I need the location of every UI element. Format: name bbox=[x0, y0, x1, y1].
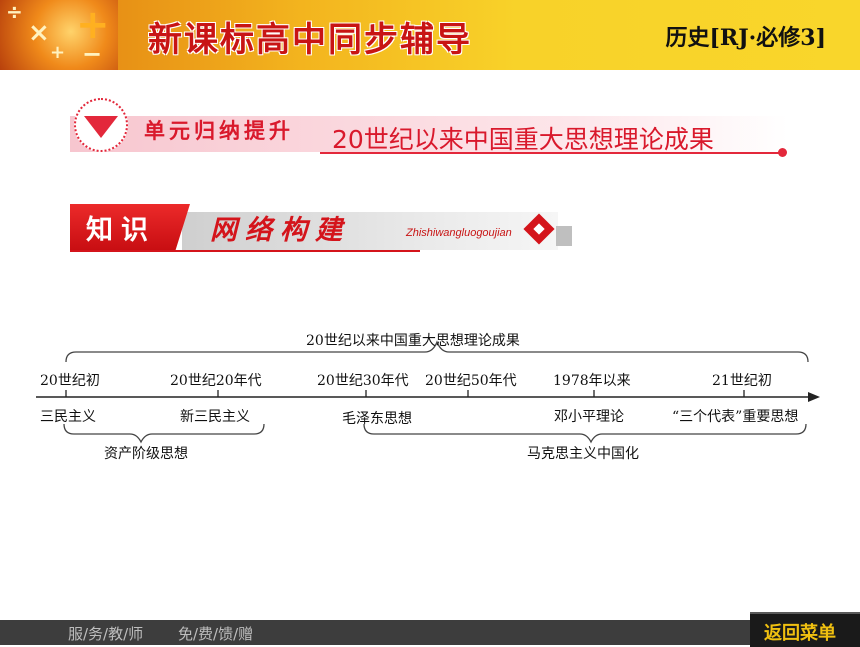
knowledge-pinyin: Zhishiwangluogoujian bbox=[406, 227, 512, 239]
knowledge-underline bbox=[70, 250, 420, 252]
minus-symbol-icon: − bbox=[82, 40, 103, 68]
marxism-brace bbox=[363, 423, 807, 444]
footer-free-text: 免/费/馈/赠 bbox=[178, 625, 254, 643]
period-time: 20世纪初 bbox=[40, 373, 100, 389]
period-idea: 三民主义 bbox=[40, 409, 96, 425]
period-time: 21世纪初 bbox=[712, 373, 772, 389]
unit-topic: 20世纪以来中国重大思想理论成果 bbox=[332, 125, 714, 154]
period-time: 20世纪50年代 bbox=[425, 373, 517, 389]
unit-label: 单元归纳提升 bbox=[144, 118, 294, 143]
period-time: 20世纪30年代 bbox=[317, 373, 409, 389]
back-to-menu-button[interactable]: 返回菜单 bbox=[750, 612, 860, 647]
unit-line-dot bbox=[778, 148, 787, 157]
footer-bar: 服/务/教/师 免/费/馈/赠 bbox=[0, 620, 860, 645]
timeline-diagram: 20世纪以来中国重大思想理论成果 20世纪初 20世纪20年代 20世纪30年代… bbox=[0, 320, 860, 470]
period-idea: 邓小平理论 bbox=[554, 409, 624, 425]
math-symbols-decoration: × + ÷ − + bbox=[0, 0, 118, 70]
back-to-menu-label: 返回菜单 bbox=[764, 623, 836, 644]
red-triangle-icon bbox=[84, 116, 118, 138]
timeline-arrow-icon bbox=[808, 392, 820, 402]
group-marxism-label: 马克思主义中国化 bbox=[527, 446, 639, 462]
grey-block-decoration bbox=[556, 226, 572, 246]
footer-service-text: 服/务/教/师 bbox=[68, 625, 144, 643]
header-title: 新课标高中同步辅导 bbox=[148, 20, 472, 60]
small-plus-symbol-icon: + bbox=[50, 42, 66, 63]
timeline-title: 20世纪以来中国重大思想理论成果 bbox=[306, 333, 520, 349]
unit-summary-banner: 单元归纳提升 20世纪以来中国重大思想理论成果 bbox=[70, 96, 788, 160]
period-idea: “三个代表”重要思想 bbox=[672, 409, 799, 425]
header-bar: × + ÷ − + 新课标高中同步辅导 历史[RJ·必修3] bbox=[0, 0, 860, 70]
subject-label: 历史[RJ·必修3] bbox=[665, 25, 826, 51]
period-time: 1978年以来 bbox=[553, 373, 631, 389]
divide-symbol-icon: ÷ bbox=[6, 0, 23, 24]
knowledge-tag: 知识 bbox=[86, 215, 156, 246]
period-idea: 毛泽东思想 bbox=[342, 411, 412, 427]
knowledge-network-banner: 知识 网络构建 Zhishiwangluogoujian bbox=[70, 204, 576, 256]
unit-underline bbox=[320, 152, 782, 154]
group-bourgeois-label: 资产阶级思想 bbox=[104, 446, 188, 462]
period-idea: 新三民主义 bbox=[180, 409, 250, 425]
knowledge-title: 网络构建 bbox=[210, 215, 350, 246]
bourgeois-brace bbox=[63, 423, 265, 444]
times-symbol-icon: × bbox=[28, 18, 50, 48]
period-time: 20世纪20年代 bbox=[170, 373, 262, 389]
